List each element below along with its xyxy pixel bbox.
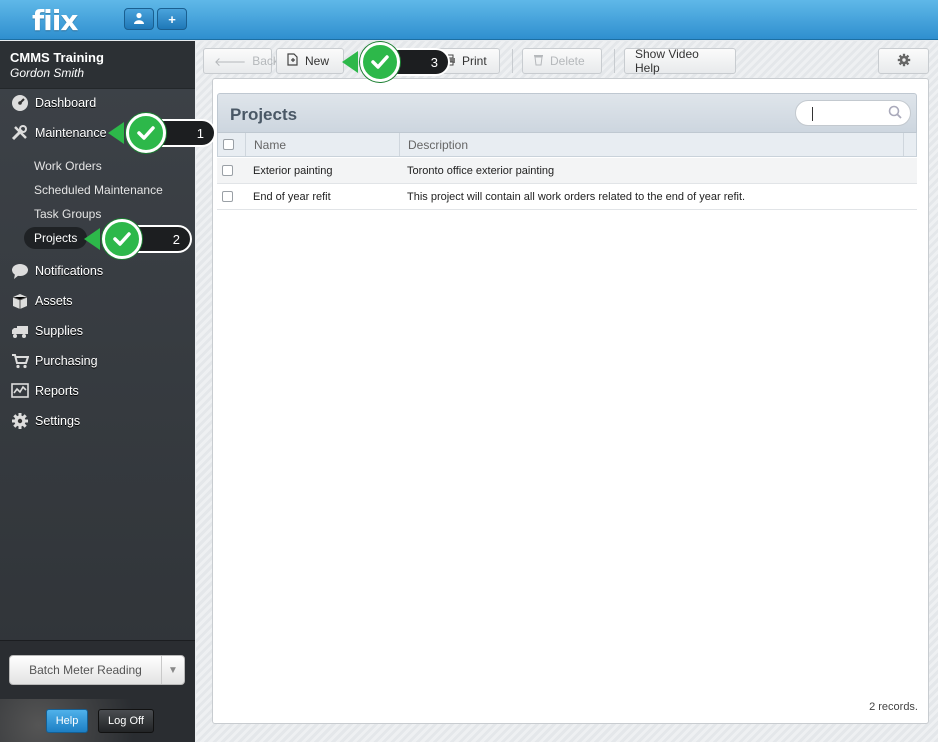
sidebar-subitem-task-groups[interactable]: Task Groups: [24, 203, 111, 225]
project-name[interactable]: Exterior painting: [245, 158, 399, 183]
grid-header: Projects: [217, 93, 917, 133]
checkmark-icon: [102, 219, 142, 259]
sidebar-item-supplies[interactable]: Supplies: [0, 318, 195, 344]
delete-button[interactable]: Delete: [522, 48, 602, 74]
log-off-button[interactable]: Log Off: [98, 709, 154, 733]
sidebar-item-label: Notifications: [35, 264, 104, 278]
chart-icon: [10, 382, 30, 400]
callout-arrow: [84, 228, 100, 250]
search-icon[interactable]: [888, 105, 902, 122]
sidebar-item-reports[interactable]: Reports: [0, 378, 195, 404]
back-label: Back: [252, 54, 279, 68]
sidebar-subitem-label: Task Groups: [34, 207, 102, 221]
records-count: 2 records.: [869, 701, 918, 713]
main-content: 🡐 Back New Print Delete Show Video Help …: [196, 41, 938, 742]
project-description[interactable]: This project will contain all work order…: [399, 184, 909, 209]
callout-arrow: [108, 122, 124, 144]
organization-name: CMMS Training: [10, 50, 104, 65]
arrow-left-icon: 🡐: [214, 54, 247, 69]
toolbar-separator: [614, 49, 615, 73]
sidebar-item-label: Dashboard: [35, 96, 97, 110]
sidebar-item-settings[interactable]: Settings: [0, 408, 195, 434]
row-checkbox-cell: [217, 184, 245, 209]
user-info: CMMS Training Gordon Smith: [0, 41, 195, 89]
user-name: Gordon Smith: [10, 66, 85, 80]
batch-meter-reading-button[interactable]: Batch Meter Reading ▼: [9, 655, 185, 685]
sidebar-item-purchasing[interactable]: Purchasing: [0, 348, 195, 374]
select-all-checkbox-cell: [218, 133, 246, 156]
back-button[interactable]: 🡐 Back: [203, 48, 279, 74]
table-row[interactable]: Exterior painting Toronto office exterio…: [217, 158, 917, 184]
batch-meter-reading-label[interactable]: Batch Meter Reading: [10, 656, 162, 684]
print-label: Print: [462, 54, 487, 68]
show-video-help-label: Show Video Help: [635, 47, 699, 75]
speech-bubble-icon: [10, 262, 30, 280]
sidebar-subitem-projects[interactable]: Projects: [24, 227, 88, 249]
fiix-logo[interactable]: fiix: [32, 4, 78, 37]
top-bar: fiix +: [0, 0, 938, 40]
sidebar-subitem-label: Projects: [34, 231, 78, 245]
chevron-down-icon[interactable]: ▼: [162, 656, 184, 684]
column-header-description[interactable]: Description: [400, 133, 904, 156]
help-button[interactable]: Help: [46, 709, 88, 733]
sidebar-subitem-work-orders[interactable]: Work Orders: [24, 155, 112, 177]
sidebar-item-assets[interactable]: Assets: [0, 288, 195, 314]
row-checkbox[interactable]: [222, 165, 233, 176]
box-icon: [10, 292, 30, 310]
column-headers: Name Description: [217, 133, 917, 157]
add-button[interactable]: +: [157, 8, 187, 30]
delete-label: Delete: [550, 54, 585, 68]
sidebar-item-dashboard[interactable]: Dashboard: [0, 90, 195, 116]
sidebar-item-label: Purchasing: [35, 354, 98, 368]
step-callout-3: 3: [342, 42, 452, 82]
dashboard-icon: [10, 94, 30, 112]
sidebar-item-label: Assets: [35, 294, 73, 308]
page-title: Projects: [230, 105, 298, 124]
checkmark-icon: [360, 42, 400, 82]
new-label: New: [305, 54, 330, 68]
projects-panel: Projects Name Description Exterior paint…: [212, 78, 929, 724]
sidebar-item-label: Reports: [35, 384, 79, 398]
project-name[interactable]: End of year refit: [245, 184, 399, 209]
step-callout-1: 1: [108, 113, 218, 153]
checkmark-icon: [126, 113, 166, 153]
sidebar-subitem-label: Work Orders: [34, 159, 102, 173]
gear-icon: [897, 53, 911, 70]
callout-arrow: [342, 51, 358, 73]
sidebar-item-label: Settings: [35, 414, 81, 428]
plus-icon: +: [168, 11, 176, 27]
user-icon: [133, 12, 145, 27]
gear-icon: [10, 412, 30, 430]
cart-icon: [10, 352, 30, 370]
step-callout-2: 2: [84, 219, 194, 259]
trash-icon: [533, 53, 544, 69]
show-video-help-button[interactable]: Show Video Help: [624, 47, 736, 75]
sidebar-item-label: Maintenance: [35, 126, 107, 140]
tools-icon: [10, 124, 30, 142]
footer-decoration: Help Log Off: [0, 699, 195, 742]
row-checkbox-cell: [217, 158, 245, 183]
table-row[interactable]: End of year refit This project will cont…: [217, 184, 917, 210]
toolbar-separator: [512, 49, 513, 73]
settings-button[interactable]: [878, 48, 929, 74]
user-button[interactable]: [124, 8, 154, 30]
search-input[interactable]: [795, 100, 911, 126]
text-caret: [812, 107, 813, 121]
truck-icon: [10, 322, 30, 340]
new-document-icon: [287, 53, 299, 69]
row-checkbox[interactable]: [222, 191, 233, 202]
sidebar-subitem-scheduled-maintenance[interactable]: Scheduled Maintenance: [24, 179, 173, 201]
new-button[interactable]: New: [276, 48, 344, 74]
sidebar-item-label: Supplies: [35, 324, 83, 338]
sidebar-item-notifications[interactable]: Notifications: [0, 258, 195, 284]
select-all-checkbox[interactable]: [223, 139, 234, 150]
project-description[interactable]: Toronto office exterior painting: [399, 158, 909, 183]
sidebar-subitem-label: Scheduled Maintenance: [34, 183, 163, 197]
sidebar-footer: Batch Meter Reading ▼ Help Log Off: [0, 640, 195, 742]
column-header-name[interactable]: Name: [246, 133, 400, 156]
